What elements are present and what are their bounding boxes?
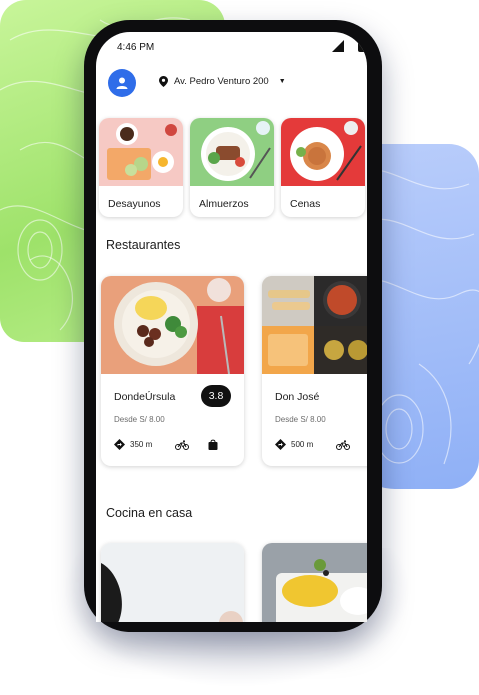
breakfast-image: [99, 118, 183, 186]
category-label: Almuerzos: [199, 198, 249, 210]
restaurant-price: Desde S/ 8.00: [114, 415, 165, 424]
delivery-distance: 350 m: [114, 439, 152, 450]
category-label: Desayunos: [108, 198, 161, 210]
category-card-cenas[interactable]: Cenas: [281, 118, 365, 217]
address-selector[interactable]: Av. Pedro Venturo 200 ▼: [159, 76, 286, 87]
restaurant-card[interactable]: Don José Desde S/ 8.00 500 m: [262, 276, 367, 466]
distance-label: 350 m: [130, 440, 153, 449]
signal-icon: [332, 40, 344, 52]
status-bar: 4:46 PM: [96, 32, 367, 62]
home-cooking-image: [101, 543, 244, 622]
home-cooking-section-title: Cocina en casa: [106, 506, 193, 520]
restaurant-name: Don José: [275, 391, 320, 403]
category-card-almuerzos[interactable]: Almuerzos: [190, 118, 274, 217]
category-label: Cenas: [290, 198, 321, 210]
home-cooking-card[interactable]: [262, 543, 367, 622]
profile-avatar-button[interactable]: [108, 69, 136, 97]
restaurant-food-image: [101, 276, 244, 374]
home-cooking-card[interactable]: [101, 543, 244, 622]
restaurant-name: DondeÚrsula: [114, 391, 176, 403]
status-time: 4:46 PM: [117, 42, 155, 53]
app-screen: 4:46 PM Av. Pedro Venturo 200 ▼ Desayuno…: [96, 32, 367, 622]
category-card-desayunos[interactable]: Desayunos: [99, 118, 183, 217]
battery-icon: [358, 39, 367, 52]
directions-icon: [114, 439, 125, 450]
bicycle-icon: [336, 440, 350, 450]
lunch-image: [190, 118, 274, 186]
delivery-distance: 500 m: [275, 439, 313, 450]
bicycle-icon: [175, 440, 189, 450]
restaurant-food-image: [262, 276, 367, 374]
location-pin-icon: [159, 76, 168, 87]
chevron-down-icon: ▼: [278, 78, 286, 85]
dinner-image: [281, 118, 365, 186]
distance-label: 500 m: [291, 440, 314, 449]
user-icon: [116, 77, 128, 89]
address-label: Av. Pedro Venturo 200: [174, 76, 269, 87]
shopping-bag-icon: [208, 439, 218, 450]
restaurant-card[interactable]: DondeÚrsula 3.8 Desde S/ 8.00 350 m: [101, 276, 244, 466]
home-cooking-image: [262, 543, 367, 622]
restaurants-section-title: Restaurantes: [106, 238, 181, 252]
rating-badge: 3.8: [201, 385, 231, 407]
restaurant-price: Desde S/ 8.00: [275, 415, 326, 424]
directions-icon: [275, 439, 286, 450]
